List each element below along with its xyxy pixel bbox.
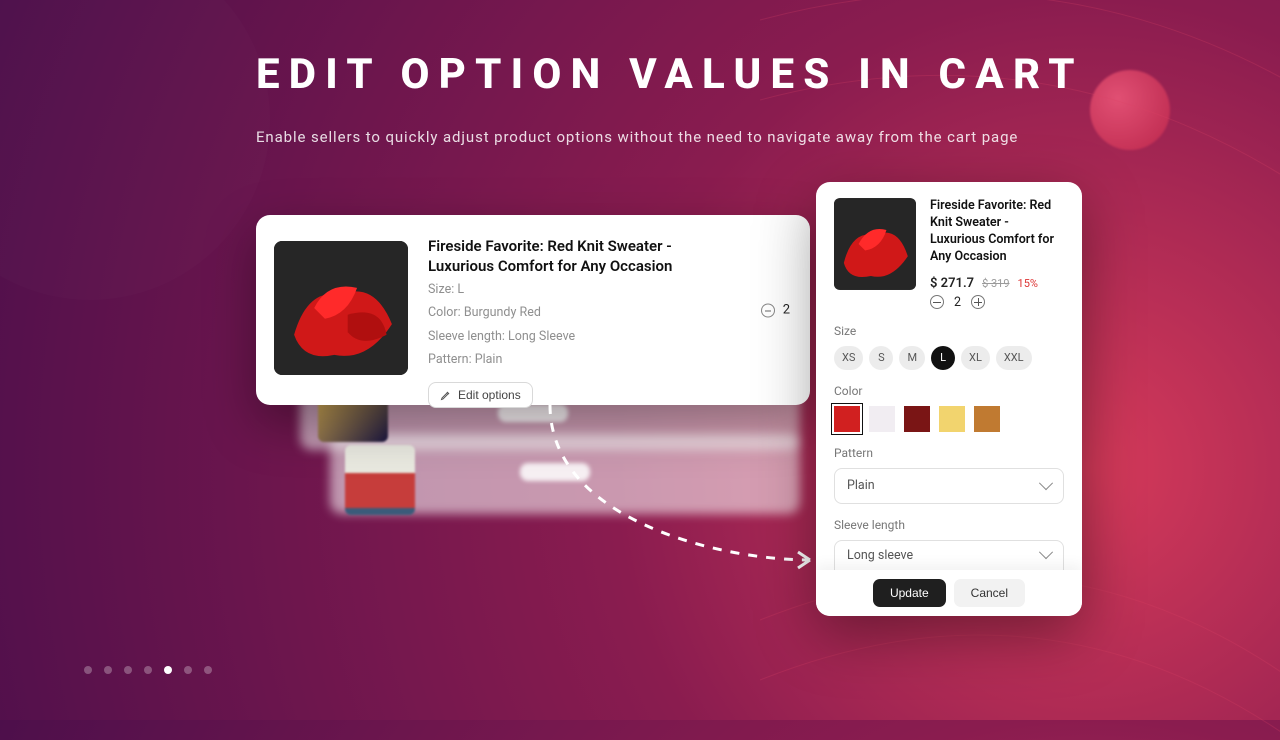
- sleeve-label: Sleeve length: [834, 518, 1064, 532]
- size-option-l[interactable]: L: [931, 346, 955, 370]
- bg-decor-orb: [1090, 70, 1170, 150]
- page-subtitle: Enable sellers to quickly adjust product…: [256, 128, 1018, 146]
- size-option-s[interactable]: S: [869, 346, 893, 370]
- size-option-xs[interactable]: XS: [834, 346, 863, 370]
- attr-pattern: Pattern: Plain: [428, 350, 790, 369]
- pattern-select[interactable]: Plain: [834, 468, 1064, 504]
- cart-item-card: Fireside Favorite: Red Knit Sweater - Lu…: [256, 215, 810, 405]
- quantity-decrement[interactable]: [761, 303, 775, 317]
- product-image: [274, 241, 408, 375]
- sleeve-value: Long sleeve: [847, 548, 913, 563]
- carousel-dot[interactable]: [84, 666, 92, 674]
- carousel-dot[interactable]: [204, 666, 212, 674]
- sleeve-select[interactable]: Long sleeve: [834, 540, 1064, 570]
- panel-actions: Update Cancel: [816, 570, 1082, 616]
- quantity-value: 2: [783, 303, 790, 318]
- ghost-thumb: [345, 445, 415, 515]
- size-option-xl[interactable]: XL: [961, 346, 990, 370]
- edit-options-panel: Fireside Favorite: Red Knit Sweater - Lu…: [816, 182, 1082, 616]
- attr-color: Color: Burgundy Red: [428, 303, 790, 322]
- size-label: Size: [834, 324, 1064, 338]
- color-swatch-tan[interactable]: [974, 406, 1000, 432]
- edit-options-label: Edit options: [458, 388, 521, 402]
- size-section: Size XSSMLXLXXL: [834, 324, 1064, 370]
- cancel-button[interactable]: Cancel: [954, 579, 1025, 607]
- product-title: Fireside Favorite: Red Knit Sweater - Lu…: [930, 198, 1064, 266]
- carousel-dots: [84, 666, 212, 674]
- quantity-decrement[interactable]: [930, 295, 944, 309]
- color-section: Color: [834, 384, 1064, 432]
- carousel-dot[interactable]: [184, 666, 192, 674]
- pattern-section: Pattern Plain: [834, 446, 1064, 504]
- discount-badge: 15%: [1018, 277, 1038, 290]
- page-title: EDIT OPTION VALUES IN CART: [256, 50, 1084, 99]
- pencil-icon: [440, 389, 452, 401]
- color-swatch-gold[interactable]: [939, 406, 965, 432]
- size-option-m[interactable]: M: [899, 346, 925, 370]
- chevron-down-icon: [1041, 550, 1051, 560]
- attr-sleeve: Sleeve length: Long Sleeve: [428, 327, 790, 346]
- pattern-value: Plain: [847, 478, 875, 493]
- bg-decor-circle: [0, 0, 270, 300]
- carousel-dot[interactable]: [124, 666, 132, 674]
- update-button[interactable]: Update: [873, 579, 946, 607]
- product-title: Fireside Favorite: Red Knit Sweater - Lu…: [428, 237, 728, 276]
- quantity-value: 2: [954, 295, 961, 310]
- connector-arrow: [540, 400, 830, 570]
- ghost-pill: [520, 463, 590, 481]
- color-label: Color: [834, 384, 1064, 398]
- product-image: [834, 198, 916, 290]
- sleeve-section: Sleeve length Long sleeve: [834, 518, 1064, 570]
- color-swatch-red[interactable]: [834, 406, 860, 432]
- price-row: $ 271.7 $ 319 15%: [930, 276, 1064, 291]
- price-original: $ 319: [982, 277, 1009, 290]
- quantity-increment[interactable]: [971, 295, 985, 309]
- edit-options-button[interactable]: Edit options: [428, 382, 533, 408]
- color-swatch-maroon[interactable]: [904, 406, 930, 432]
- pattern-label: Pattern: [834, 446, 1064, 460]
- color-swatch-white[interactable]: [869, 406, 895, 432]
- attr-size: Size: L: [428, 280, 790, 299]
- carousel-dot[interactable]: [144, 666, 152, 674]
- carousel-dot[interactable]: [104, 666, 112, 674]
- size-option-xxl[interactable]: XXL: [996, 346, 1032, 370]
- carousel-dot[interactable]: [164, 666, 172, 674]
- price-current: $ 271.7: [930, 276, 974, 291]
- chevron-down-icon: [1041, 481, 1051, 491]
